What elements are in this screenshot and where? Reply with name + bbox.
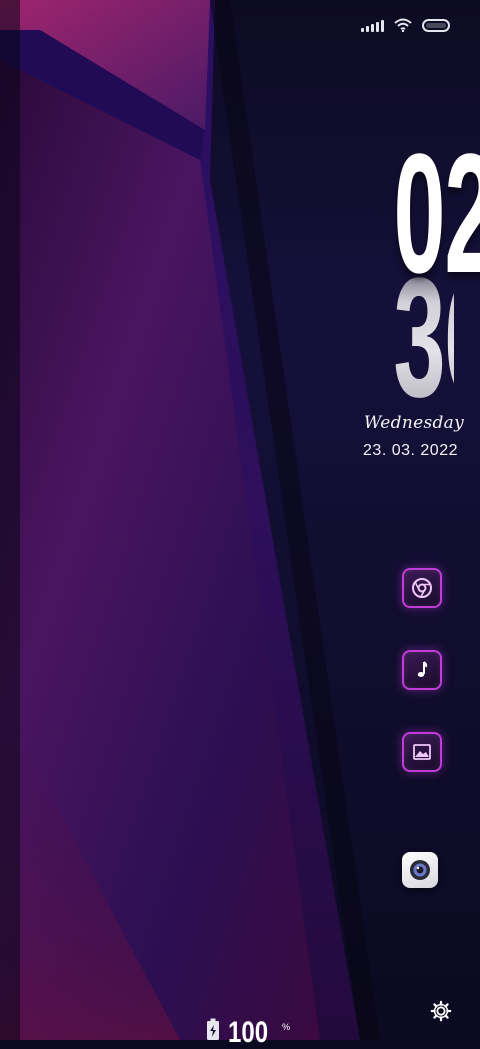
- battery-icon: [422, 18, 450, 32]
- camera-icon: [410, 860, 430, 880]
- battery-level-widget: 100 %: [206, 1018, 290, 1048]
- clock-widget[interactable]: 02 36: [344, 119, 480, 423]
- gear-icon: [430, 1000, 452, 1022]
- date-label: 23. 03. 2022: [363, 442, 458, 459]
- signal-icon: [361, 18, 384, 32]
- battery-level-value: 100: [228, 1016, 269, 1049]
- charging-battery-icon: [207, 1018, 219, 1040]
- music-app-button[interactable]: [402, 650, 442, 690]
- app-dock: [402, 568, 442, 888]
- status-bar: [361, 18, 450, 32]
- weekday-label: Wednesday: [363, 413, 464, 433]
- chrome-icon: [412, 578, 432, 598]
- camera-app-button[interactable]: [402, 852, 438, 888]
- gallery-app-button[interactable]: [402, 732, 442, 772]
- chrome-app-button[interactable]: [402, 568, 442, 608]
- image-icon: [413, 744, 431, 760]
- battery-level-unit: %: [282, 1022, 291, 1032]
- wifi-icon: [394, 18, 412, 32]
- clock-hour: 02: [393, 119, 480, 309]
- music-note-icon: [417, 661, 428, 677]
- settings-button[interactable]: [430, 1000, 452, 1027]
